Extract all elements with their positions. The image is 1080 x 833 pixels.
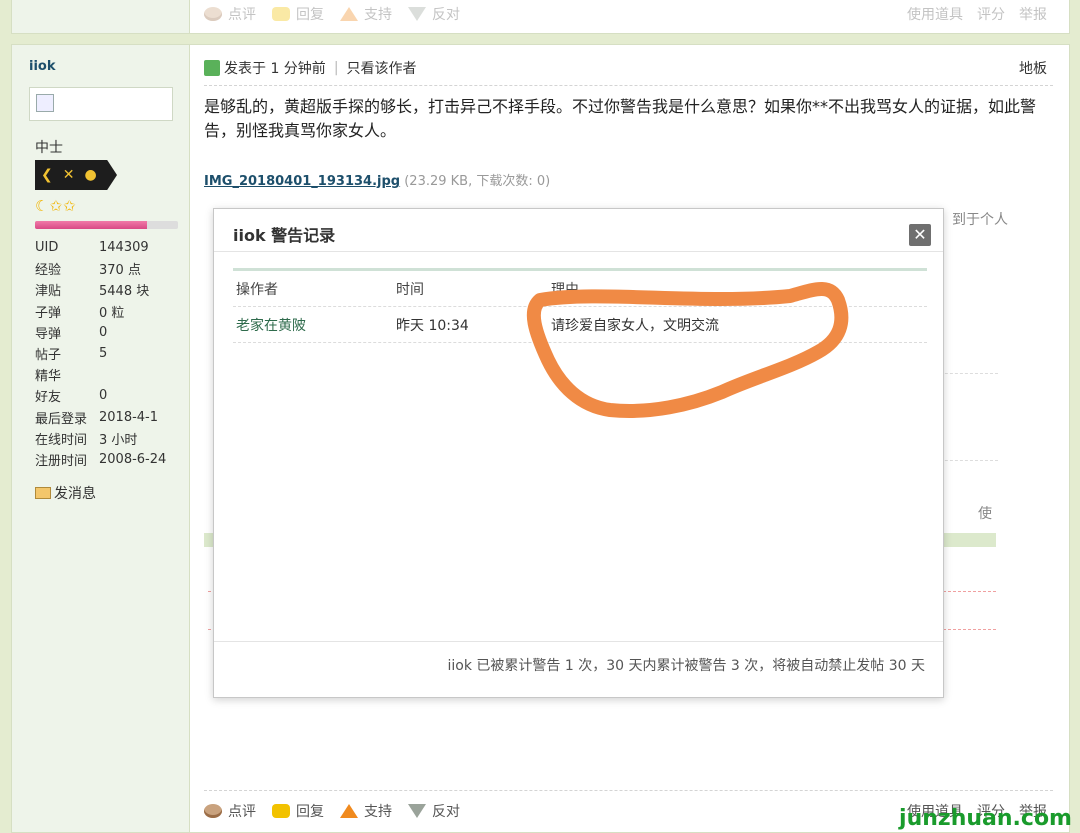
- stat-row: 经验 370 点: [35, 258, 166, 279]
- comment-icon: [204, 7, 222, 21]
- warning-record-dialog: iiok 警告记录 ✕ 操作者 时间 理由 老家在黄陂 昨天 10:34 请珍爱…: [213, 208, 944, 698]
- previous-post-footer: 点评 回复 支持 反对 使用道具 评分 举报: [11, 0, 1070, 34]
- stat-row: 子弹 0 粒: [35, 301, 166, 322]
- stat-label: UID: [35, 240, 59, 256]
- reply-icon: [272, 7, 290, 21]
- comment-button[interactable]: 点评: [204, 4, 256, 24]
- attachment: IMG_20180401_193134.jpg (23.29 KB, 下载次数:…: [204, 170, 550, 189]
- dialog-footer-divider: [214, 641, 943, 642]
- watermark-logo: junzhuan.com: [899, 806, 1072, 831]
- stat-label: 好友: [35, 390, 62, 406]
- oppose-button[interactable]: 反对: [408, 801, 460, 821]
- previous-action-bar: 点评 回复 支持 反对: [204, 4, 476, 24]
- stat-value: 144309: [99, 240, 149, 256]
- stat-value: 0 粒: [99, 305, 125, 321]
- broken-image-icon: [36, 94, 54, 112]
- post-time: 发表于 1 分钟前: [224, 61, 326, 77]
- level-progress-fill: [35, 221, 147, 229]
- user-icon: [204, 60, 220, 76]
- level-stars: ☾✩✩: [35, 197, 77, 215]
- author-column: iiok 中士 ❮ ✕ ● ☾✩✩ UID 144309 经验 370 点津贴 5448 块…: [12, 45, 190, 832]
- footer-divider: [204, 790, 1053, 791]
- header-reason: 理由: [551, 281, 579, 298]
- use-tool-link[interactable]: 使用道具: [907, 4, 963, 24]
- only-author-link[interactable]: 只看该作者: [347, 58, 417, 78]
- author-stats: UID 144309 经验 370 点津贴 5448 块子弹 0 粒导弹 0 帖子 5 精华好友 0…: [35, 237, 166, 470]
- stat-label: 最后登录: [35, 411, 88, 427]
- stat-label: 在线时间: [35, 432, 88, 448]
- stat-row: UID 144309: [35, 237, 166, 258]
- rate-link[interactable]: 评分: [977, 4, 1005, 24]
- ghost-use: 使: [978, 506, 992, 522]
- level-progress-bar: [35, 221, 178, 229]
- stat-row: 最后登录 2018-4-1: [35, 407, 166, 428]
- comment-button[interactable]: 点评: [204, 801, 256, 821]
- dialog-title-divider: [214, 251, 943, 252]
- previous-author-column: [12, 0, 190, 33]
- stat-label: 帖子: [35, 348, 62, 364]
- stat-value: 5448 块: [99, 284, 150, 300]
- support-button[interactable]: 支持: [340, 4, 392, 24]
- stat-label: 注册时间: [35, 453, 88, 469]
- stat-label: 精华: [35, 369, 62, 385]
- stat-value: 5: [99, 346, 108, 362]
- dialog-title: iiok 警告记录: [233, 226, 336, 245]
- stat-row: 帖子 5: [35, 343, 166, 364]
- oppose-button[interactable]: 反对: [408, 4, 460, 24]
- warning-reason: 请珍爱自家女人，文明交流: [551, 317, 719, 334]
- post-body: 是够乱的，黄超版手探的够长，打击异己不择手段。不过你警告我是什么意思？如果你**…: [204, 97, 1037, 140]
- stat-value: 0: [99, 388, 108, 404]
- header-time: 时间: [396, 281, 424, 298]
- rank-badge-icon: ❮ ✕ ●: [35, 160, 117, 190]
- table-header-row: 操作者 时间 理由: [233, 271, 927, 307]
- header-operator: 操作者: [236, 281, 278, 298]
- warning-table: 操作者 时间 理由 老家在黄陂 昨天 10:34 请珍爱自家女人，文明交流: [233, 268, 927, 343]
- warning-time: 昨天 10:34: [396, 317, 469, 334]
- rank-title: 中士: [35, 140, 63, 156]
- attachment-meta: (23.29 KB, 下载次数: 0): [404, 174, 551, 189]
- stat-value: 2018-4-1: [99, 409, 159, 425]
- stat-row: 津贴 5448 块: [35, 279, 166, 300]
- envelope-icon: [35, 487, 51, 499]
- report-link[interactable]: 举报: [1019, 4, 1047, 24]
- author-name[interactable]: iiok: [29, 59, 56, 74]
- arrow-up-icon: [340, 7, 358, 21]
- stat-value: 2008-6-24: [99, 451, 167, 467]
- close-icon[interactable]: ✕: [909, 224, 931, 246]
- ghost-text: 到于个人: [952, 212, 1008, 228]
- reply-icon: [272, 804, 290, 818]
- stat-row: 在线时间 3 小时: [35, 428, 166, 449]
- arrow-down-icon: [408, 7, 426, 21]
- support-button[interactable]: 支持: [340, 801, 392, 821]
- stat-row: 注册时间 2008-6-24: [35, 449, 166, 470]
- send-message-link[interactable]: 发消息: [35, 483, 96, 503]
- stat-row: 导弹 0: [35, 322, 166, 343]
- post-action-bar: 点评 回复 支持 反对: [204, 801, 476, 821]
- stat-label: 津贴: [35, 284, 62, 300]
- previous-right-actions: 使用道具 评分 举报: [907, 4, 1047, 24]
- operator-link[interactable]: 老家在黄陂: [233, 315, 396, 335]
- stat-value: 0: [99, 324, 108, 340]
- avatar[interactable]: [29, 87, 173, 121]
- stat-row: 好友 0: [35, 385, 166, 406]
- table-row: 老家在黄陂 昨天 10:34 请珍爱自家女人，文明交流: [233, 307, 927, 343]
- arrow-down-icon: [408, 804, 426, 818]
- stat-label: 子弹: [35, 305, 62, 321]
- stat-label: 导弹: [35, 326, 62, 342]
- header-divider: [204, 85, 1053, 86]
- floor-label: 地板: [1019, 61, 1047, 77]
- stat-label: 经验: [35, 263, 62, 279]
- stat-value: 3 小时: [99, 432, 138, 448]
- stat-value: 370 点: [99, 263, 141, 279]
- separator: |: [333, 60, 339, 76]
- attachment-link[interactable]: IMG_20180401_193134.jpg: [204, 174, 400, 189]
- reply-button[interactable]: 回复: [272, 4, 324, 24]
- stat-row: 精华: [35, 364, 166, 385]
- arrow-up-icon: [340, 804, 358, 818]
- warning-summary: iiok 已被累计警告 1 次，30 天内累计被警告 3 次，将被自动禁止发帖 …: [447, 658, 926, 674]
- reply-button[interactable]: 回复: [272, 801, 324, 821]
- comment-icon: [204, 804, 222, 818]
- post-header: 发表于 1 分钟前 | 只看该作者 地板: [204, 57, 1047, 79]
